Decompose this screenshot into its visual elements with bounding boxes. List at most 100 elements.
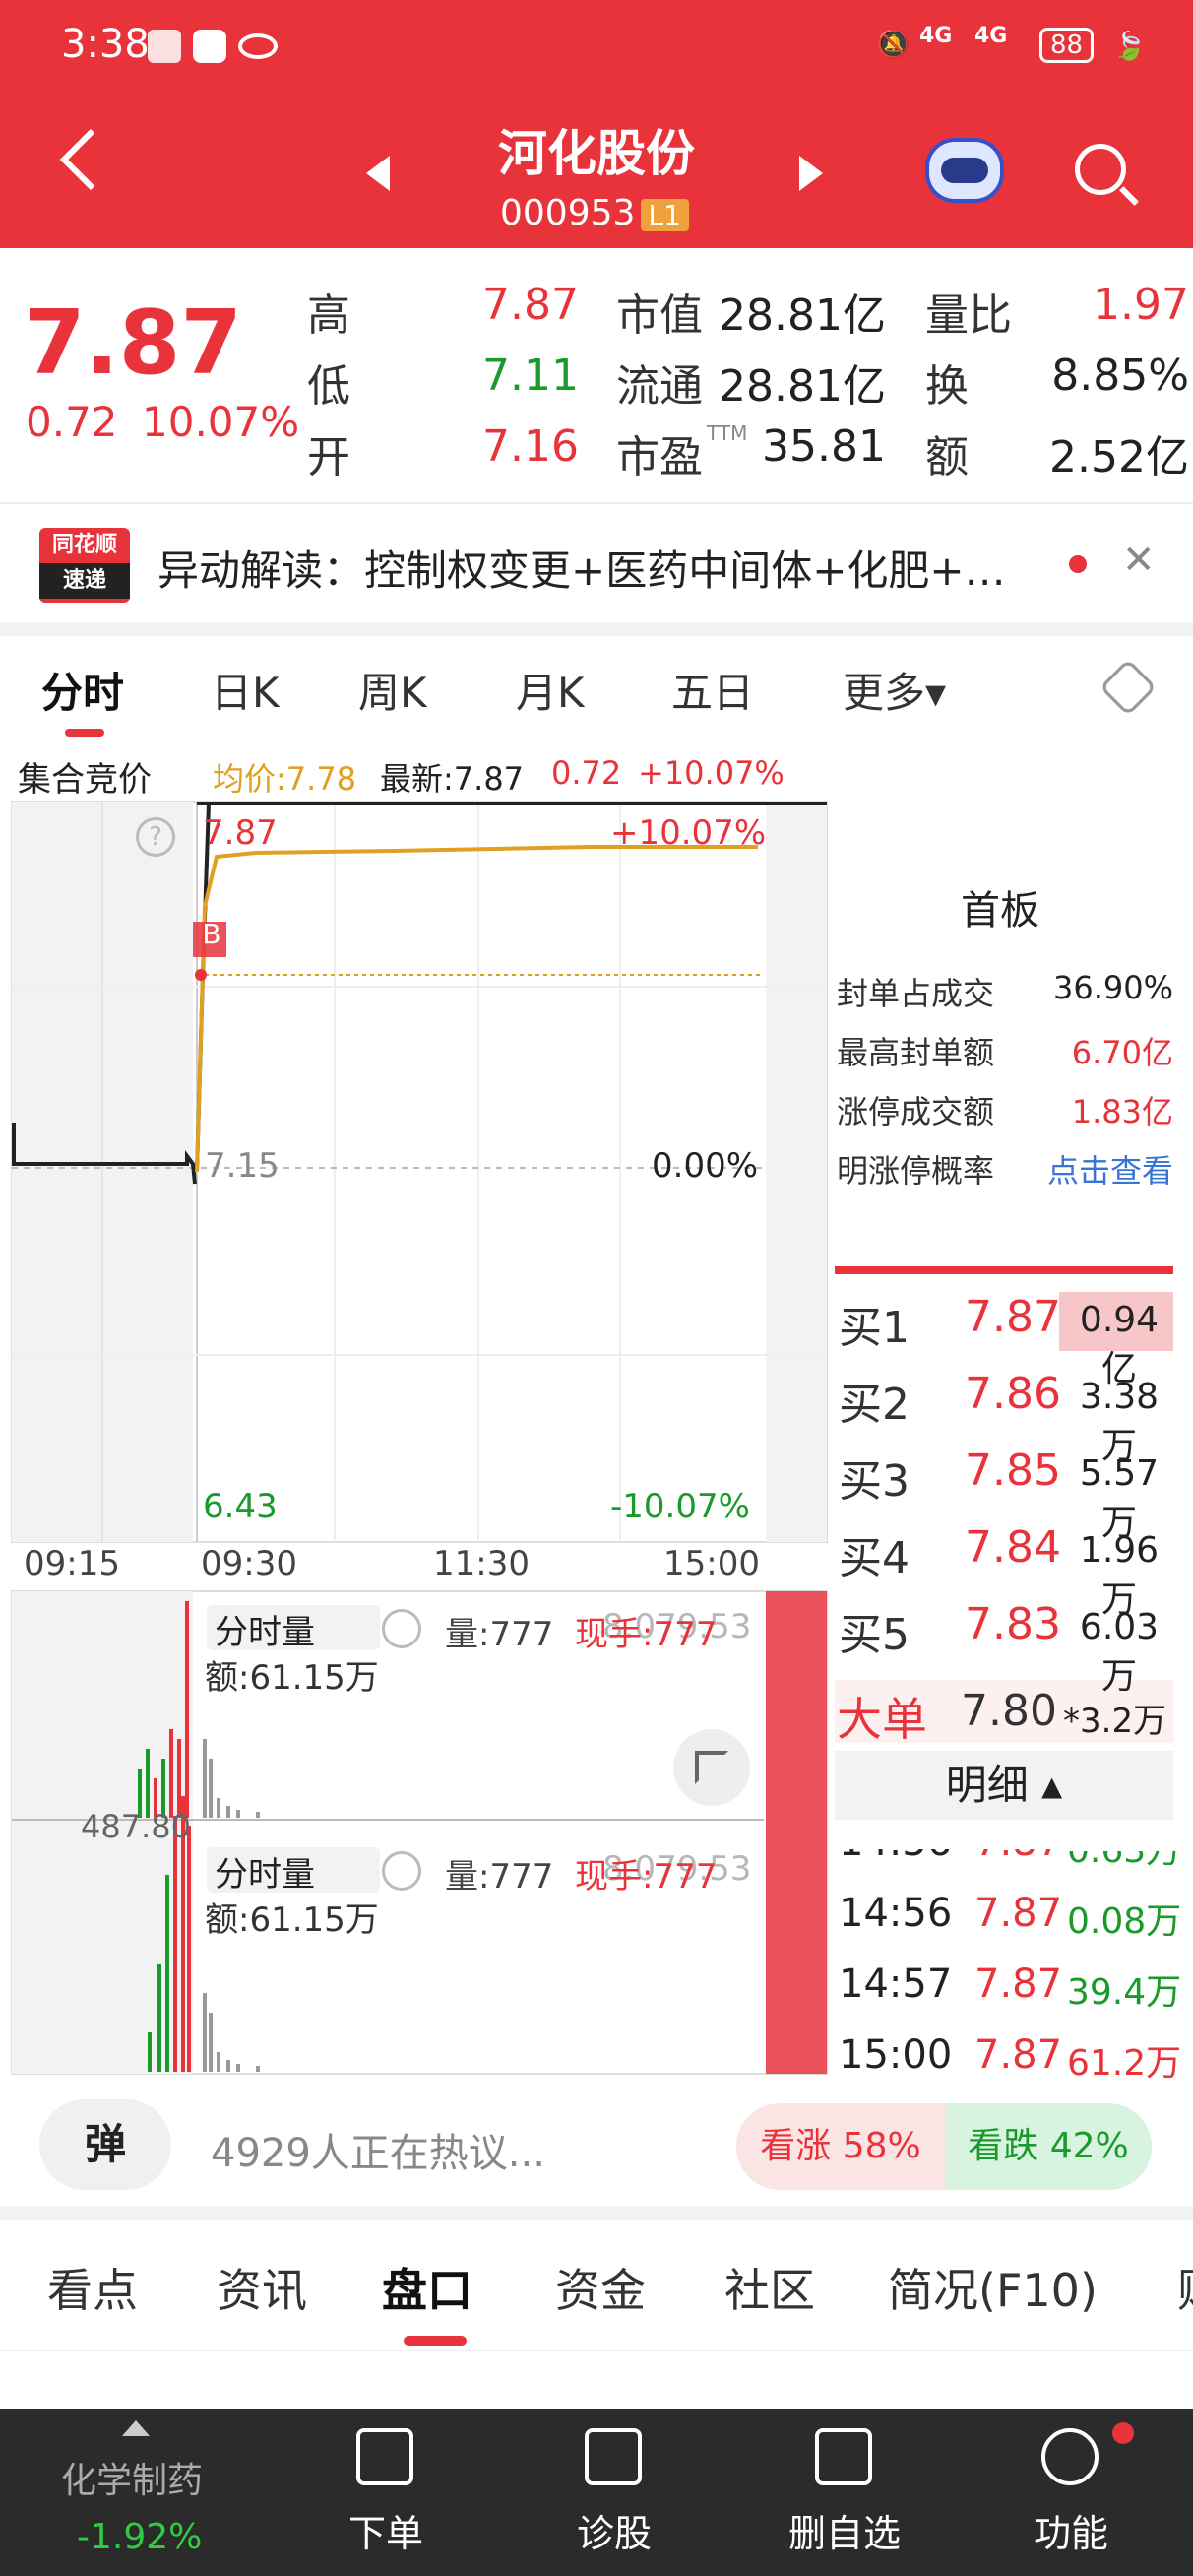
trade-time: 15:00 xyxy=(839,2032,953,2078)
remove-watchlist-icon[interactable] xyxy=(815,2428,872,2485)
volume-bar xyxy=(203,1993,207,2072)
ths-logo: 同花顺 速递 xyxy=(39,528,130,603)
stock-code-row: 000953 L1 xyxy=(500,193,689,233)
bid-label: 买1 xyxy=(839,1303,910,1353)
order-icon[interactable] xyxy=(356,2428,413,2485)
trade-volume: 0.08万 xyxy=(1067,1901,1182,1942)
content-tab[interactable]: 盘口 xyxy=(382,2255,472,2320)
bid-price[interactable]: 7.84 xyxy=(965,1522,1061,1573)
section-gap-2 xyxy=(0,2206,1193,2220)
price-change-pct: 10.07% xyxy=(142,398,300,446)
amount-value: 额:61.15万 xyxy=(205,1658,379,1698)
divider-2 xyxy=(0,2350,1193,2351)
help-icon[interactable] xyxy=(382,1609,421,1648)
settings-icon[interactable] xyxy=(1099,658,1158,717)
level-badge: L1 xyxy=(640,199,689,231)
ttm-label: TTM xyxy=(707,421,748,445)
chart-bot-pct: -10.07% xyxy=(610,1487,750,1526)
auction-label: 集合竞价 xyxy=(18,760,152,800)
robot-assistant-icon[interactable] xyxy=(925,138,1004,203)
app-root: 3:38 🔕 4G 4G 88 🍃 河化股份 000953 L1 7.87 0.… xyxy=(0,0,1193,2576)
volume-bar xyxy=(148,2032,152,2072)
volume-bar xyxy=(185,1601,189,1818)
bottom-nav-label[interactable]: 功能 xyxy=(1010,2503,1132,2557)
detail-toggle[interactable]: 明细 ▴ xyxy=(835,1751,1173,1820)
bottom-nav-label[interactable]: 诊股 xyxy=(553,2503,675,2557)
content-tab[interactable]: 看点 xyxy=(47,2255,138,2320)
content-tab[interactable]: 简况(F10) xyxy=(888,2255,1098,2320)
bid-label: 买3 xyxy=(839,1456,910,1507)
side-divider xyxy=(835,1266,1173,1274)
section-gap xyxy=(0,622,1193,636)
leaf-icon: 🍃 xyxy=(1112,30,1147,62)
chart-tab[interactable]: 日K xyxy=(211,660,280,720)
expand-icon[interactable] xyxy=(122,2420,150,2436)
quote-label: 额 xyxy=(925,432,969,483)
side-label: 封单占成交 xyxy=(837,975,995,1012)
side-label: 最高封单额 xyxy=(837,1034,995,1071)
volume-mode-select[interactable]: 分时量 xyxy=(207,1605,380,1652)
stock-code: 000953 xyxy=(500,193,636,233)
signal-1-icon: 4G xyxy=(919,24,953,48)
bullish-button[interactable]: 看涨 58% xyxy=(736,2103,945,2190)
content-tab[interactable]: 社区 xyxy=(724,2255,815,2320)
bottom-nav-label[interactable]: 下单 xyxy=(325,2503,447,2557)
chart-tab[interactable]: 分时 xyxy=(41,660,124,720)
content-tab[interactable]: 资金 xyxy=(555,2255,646,2320)
active-tab-indicator xyxy=(65,729,104,737)
bid-price[interactable]: 7.86 xyxy=(965,1369,1061,1419)
trade-volume: 39.4万 xyxy=(1067,1972,1182,2013)
content-tab[interactable]: 资讯 xyxy=(217,2255,307,2320)
sector-name[interactable]: 化学制药 xyxy=(61,2452,203,2503)
battery-indicator: 88 xyxy=(1039,28,1095,63)
price-change: 0.72 xyxy=(26,398,118,446)
content-tab[interactable]: 财 xyxy=(1177,2255,1193,2320)
chart-mid-pct: 0.00% xyxy=(652,1146,759,1186)
side-value: 6.70亿 xyxy=(1071,1034,1173,1071)
bid-price[interactable]: 7.87 xyxy=(965,1292,1061,1342)
bid-price[interactable]: 7.85 xyxy=(965,1446,1061,1496)
volume-bar xyxy=(209,2013,213,2072)
chart-tab[interactable]: 更多▾ xyxy=(843,660,946,720)
danmu-button[interactable]: 弹 xyxy=(39,2099,171,2190)
discussion-text[interactable]: 4929人正在热议... xyxy=(211,2121,545,2178)
help-icon[interactable]: ? xyxy=(136,817,175,857)
trade-time: 14:57 xyxy=(839,1962,953,2007)
chart-top-pct: +10.07% xyxy=(610,813,767,853)
volume-bar xyxy=(226,2060,230,2072)
quote-value: 7.16 xyxy=(482,421,579,472)
news-headline[interactable]: 异动解读：控制权变更+医药中间体+化肥+… xyxy=(157,538,1043,598)
quote-value: 8.85% xyxy=(1051,351,1189,401)
fullscreen-icon[interactable] xyxy=(673,1729,750,1806)
close-icon[interactable]: ✕ xyxy=(1122,538,1156,583)
bottom-nav-label[interactable]: 删自选 xyxy=(784,2503,906,2557)
volume-bar xyxy=(203,1739,207,1818)
search-icon[interactable] xyxy=(1075,144,1126,195)
latest-pct: +10.07% xyxy=(638,754,785,792)
help-icon[interactable] xyxy=(382,1851,421,1891)
trade-time: 14:56 xyxy=(839,1891,953,1936)
chart-tab[interactable]: 周K xyxy=(358,660,427,720)
function-icon[interactable] xyxy=(1041,2428,1099,2485)
volume-bar xyxy=(217,1798,220,1818)
time-label: 09:15 xyxy=(24,1544,120,1583)
bid-price[interactable]: 7.83 xyxy=(965,1599,1061,1649)
next-stock-icon[interactable] xyxy=(799,156,823,191)
diagnose-icon[interactable] xyxy=(585,2428,642,2485)
bearish-button[interactable]: 看跌 42% xyxy=(945,2103,1152,2190)
chart-bot-price: 6.43 xyxy=(203,1487,278,1526)
big-order-vol: *3.2万 xyxy=(1063,1702,1167,1741)
volume-bar xyxy=(236,2064,240,2072)
quote-value: 7.87 xyxy=(482,280,579,330)
side-value[interactable]: 点击查看 xyxy=(1024,1146,1173,1191)
quote-value: 2.52亿 xyxy=(1049,432,1189,483)
volume-mode-select[interactable]: 分时量 xyxy=(207,1847,380,1895)
chart-tab[interactable]: 月K xyxy=(516,660,585,720)
sector-pct: -1.92% xyxy=(77,2517,203,2557)
app-notification-icon xyxy=(148,30,181,63)
volume-bar xyxy=(256,2066,260,2072)
latest-change: 0.72 xyxy=(551,754,622,792)
time-label: 09:30 xyxy=(201,1544,297,1583)
chart-tab[interactable]: 五日 xyxy=(671,660,754,720)
side-label: 涨停成交额 xyxy=(837,1093,995,1130)
